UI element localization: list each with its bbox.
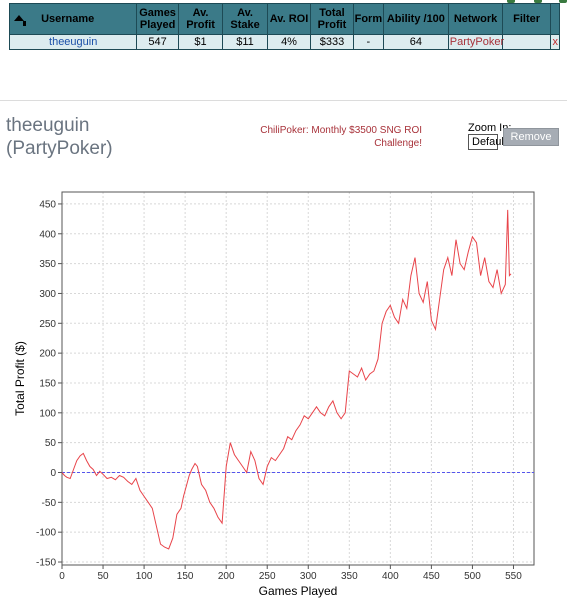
cell-av-profit: $1 (177, 34, 224, 50)
x-tick-label: 0 (59, 571, 65, 582)
remove-row-icon[interactable]: x (549, 34, 561, 50)
series-lines (61, 209, 512, 550)
cell-filter (502, 34, 551, 50)
y-tick-label: 200 (39, 349, 56, 360)
col-av-roi[interactable]: Av. ROI (266, 3, 312, 35)
x-tick-label: 150 (177, 571, 194, 582)
player-network: (PartyPoker) (6, 138, 113, 159)
y-tick-label: 100 (39, 408, 56, 419)
y-tick-label: -50 (42, 498, 57, 509)
profit-series-line (61, 209, 512, 550)
cell-av-stake: $11 (222, 34, 268, 50)
col-av-stake[interactable]: Av. Stake (222, 3, 268, 35)
player-name: theeuguin (6, 115, 90, 136)
y-tick-label: 250 (39, 319, 56, 330)
x-tick-label: 450 (423, 571, 440, 582)
x-tick-label: 50 (97, 571, 109, 582)
col-games-played[interactable]: Games Played (136, 3, 179, 35)
sort-up-icon[interactable] (14, 15, 26, 27)
col-total-profit[interactable]: Total Profit (310, 3, 354, 35)
x-tick-label: 250 (259, 571, 276, 582)
x-tick-label: 300 (300, 571, 317, 582)
x-tick-label: 100 (136, 571, 153, 582)
col-network[interactable]: Network (447, 3, 504, 35)
y-tick-label: 0 (50, 468, 56, 479)
table-row: theeuguin 547 $1 $11 4% $333 - 64 PartyP… (8, 34, 561, 50)
col-ability[interactable]: Ability /100 (383, 3, 449, 35)
y-tick-label: 400 (39, 229, 56, 240)
y-tick-label: 350 (39, 259, 56, 270)
y-tick-label: -100 (36, 528, 56, 539)
y-tick-label: 300 (39, 289, 56, 300)
stats-table: Username Games Played Av. Profit Av. Sta… (8, 3, 561, 50)
remove-button[interactable]: Remove (503, 128, 559, 146)
divider (0, 100, 567, 101)
col-av-profit[interactable]: Av. Profit (177, 3, 224, 35)
y-tick-label: 50 (45, 438, 57, 449)
cell-username[interactable]: theeuguin (8, 34, 138, 50)
cell-form: - (352, 34, 385, 50)
promo-line-2: Challenge! (374, 138, 422, 149)
x-axis-ticks: 0 50 100 150 200 250 300 350 400 450 500 550 (59, 565, 522, 582)
col-form[interactable]: Form (352, 3, 385, 35)
x-tick-label: 400 (382, 571, 399, 582)
chart-grid (61, 192, 534, 565)
promo-line-1: ChiliPoker: Monthly $3500 SNG ROI (260, 125, 422, 136)
cell-network[interactable]: PartyPoker (447, 34, 504, 50)
col-filter[interactable]: Filter (502, 3, 551, 35)
y-tick-label: -150 (36, 558, 56, 569)
tool-icon (559, 0, 567, 3)
zoom-select[interactable]: Default (468, 134, 507, 150)
zoom-selected-value: Default (472, 136, 507, 148)
x-tick-label: 350 (341, 571, 358, 582)
y-axis-title: Total Profit ($) (13, 341, 27, 416)
y-tick-label: 150 (39, 378, 56, 389)
col-remove (549, 3, 561, 35)
profit-chart: -150 -100 -50 0 50 100 150 200 250 300 350 400 450 0… (13, 191, 535, 598)
table-header-row: Username Games Played Av. Profit Av. Sta… (8, 3, 561, 35)
y-axis-ticks: -150 -100 -50 0 50 100 150 200 250 300 350 400 450 (36, 199, 62, 569)
cell-games-played: 547 (136, 34, 179, 50)
promo-link[interactable]: ChiliPoker: Monthly $3500 SNG ROI Challe… (238, 124, 422, 150)
x-tick-label: 500 (464, 571, 481, 582)
cell-total-profit: $333 (310, 34, 354, 50)
cell-ability: 64 (383, 34, 449, 50)
plot-frame (61, 191, 535, 566)
cell-av-roi: 4% (266, 34, 312, 50)
y-tick-label: 450 (39, 199, 56, 210)
col-username[interactable]: Username (8, 3, 138, 35)
x-tick-label: 200 (218, 571, 235, 582)
x-tick-label: 550 (505, 571, 522, 582)
x-axis-title: Games Played (259, 584, 338, 598)
